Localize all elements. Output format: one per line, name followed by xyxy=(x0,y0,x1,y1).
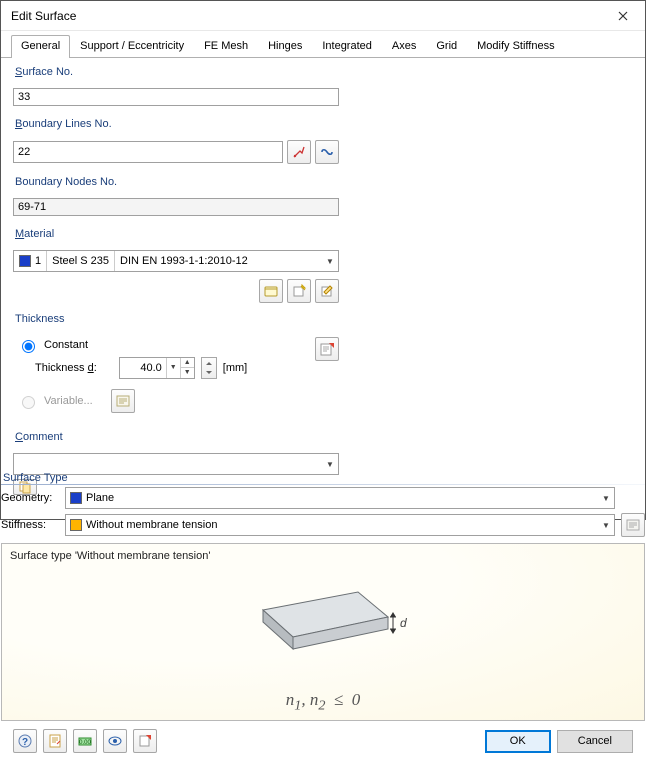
material-swatch-icon xyxy=(19,255,31,267)
pick-lines-button[interactable] xyxy=(287,140,311,164)
boundary-lines-label: Boundary Lines No. xyxy=(13,116,339,130)
view-button[interactable] xyxy=(103,729,127,753)
spinner-down-icon[interactable]: ▼ xyxy=(181,368,194,378)
titlebar: Edit Surface xyxy=(1,1,645,31)
thickness-d-spinner[interactable]: ▼ ▲▼ xyxy=(119,357,195,379)
tab-hinges[interactable]: Hinges xyxy=(258,35,312,57)
tab-fe-mesh[interactable]: FE Mesh xyxy=(194,35,258,57)
spinner-up-icon[interactable]: ▲ xyxy=(181,358,194,368)
material-edit-button[interactable] xyxy=(315,279,339,303)
window-title: Edit Surface xyxy=(11,9,600,23)
surface-no-input[interactable] xyxy=(13,88,339,106)
thickness-unit: [mm] xyxy=(223,362,247,374)
svg-text:?: ? xyxy=(22,737,28,748)
svg-text:0.00: 0.00 xyxy=(79,740,91,746)
help-button[interactable]: ? xyxy=(13,729,37,753)
cancel-button[interactable]: Cancel xyxy=(557,730,633,753)
notes-button[interactable] xyxy=(43,729,67,753)
svg-text:d: d xyxy=(400,616,407,630)
material-library-button[interactable] xyxy=(259,279,283,303)
material-index: 1 xyxy=(35,255,41,267)
geometry-value: Plane xyxy=(86,492,598,504)
stiffness-edit-button[interactable] xyxy=(621,513,645,537)
preview-title: Surface type 'Without membrane tension' xyxy=(10,550,636,562)
chevron-down-icon: ▼ xyxy=(598,494,614,503)
geometry-label: Geometry: xyxy=(1,492,59,504)
chevron-down-icon: ▼ xyxy=(322,257,338,266)
material-name: Steel S 235 xyxy=(47,251,115,271)
comment-label: Comment xyxy=(13,429,339,443)
tab-axes[interactable]: Axes xyxy=(382,35,426,57)
units-button[interactable]: 0.00 xyxy=(73,729,97,753)
thickness-label: Thickness xyxy=(13,311,339,325)
surface-no-label: Surface No. xyxy=(13,64,339,78)
thickness-variable-radio xyxy=(22,396,35,409)
geometry-combo[interactable]: Plane ▼ xyxy=(65,487,615,509)
chevron-down-icon: ▼ xyxy=(322,460,338,469)
preview-formula: n1, n2 ≤ 0 xyxy=(286,690,361,714)
surface-illustration: d xyxy=(238,562,408,672)
thickness-d-label: Thickness d: xyxy=(35,362,97,374)
material-code: DIN EN 1993-1-1:2010-12 xyxy=(115,251,322,271)
boundary-nodes-display xyxy=(13,198,339,216)
thickness-info-button[interactable] xyxy=(315,337,339,361)
stiffness-label: Stiffness: xyxy=(1,519,59,531)
geometry-swatch-icon xyxy=(70,492,82,504)
thickness-variable-edit-button[interactable] xyxy=(111,389,135,413)
boundary-nodes-label: Boundary Nodes No. xyxy=(13,174,339,188)
thickness-step-button[interactable] xyxy=(201,357,217,379)
tab-integrated[interactable]: Integrated xyxy=(312,35,382,57)
thickness-constant-radio[interactable] xyxy=(22,340,35,353)
ok-button[interactable]: OK xyxy=(485,730,551,753)
thickness-d-input[interactable] xyxy=(120,359,166,377)
tab-bar: General Support / Eccentricity FE Mesh H… xyxy=(1,31,645,58)
stiffness-combo[interactable]: Without membrane tension ▼ xyxy=(65,514,615,536)
tab-general[interactable]: General xyxy=(11,35,70,58)
select-lines-button[interactable] xyxy=(315,140,339,164)
material-new-button[interactable] xyxy=(287,279,311,303)
tab-grid[interactable]: Grid xyxy=(426,35,467,57)
tab-support-eccentricity[interactable]: Support / Eccentricity xyxy=(70,35,194,57)
boundary-lines-input[interactable] xyxy=(13,141,283,163)
close-button[interactable] xyxy=(600,1,645,31)
preview-panel: Surface type 'Without membrane tension' … xyxy=(1,543,645,721)
stiffness-value: Without membrane tension xyxy=(86,519,598,531)
stiffness-swatch-icon xyxy=(70,519,82,531)
footer: ? 0.00 OK Cancel xyxy=(1,721,645,761)
thickness-variable-label: Variable... xyxy=(44,395,93,407)
thickness-constant-label: Constant xyxy=(44,339,88,351)
pin-button[interactable] xyxy=(133,729,157,753)
surface-type-label: Surface Type xyxy=(1,470,645,484)
material-combo[interactable]: 1 Steel S 235 DIN EN 1993-1-1:2010-12 ▼ xyxy=(13,250,339,272)
tab-modify-stiffness[interactable]: Modify Stiffness xyxy=(467,35,564,57)
chevron-down-icon: ▼ xyxy=(598,521,614,530)
chevron-down-icon[interactable]: ▼ xyxy=(166,358,180,378)
material-label: Material xyxy=(13,226,339,240)
